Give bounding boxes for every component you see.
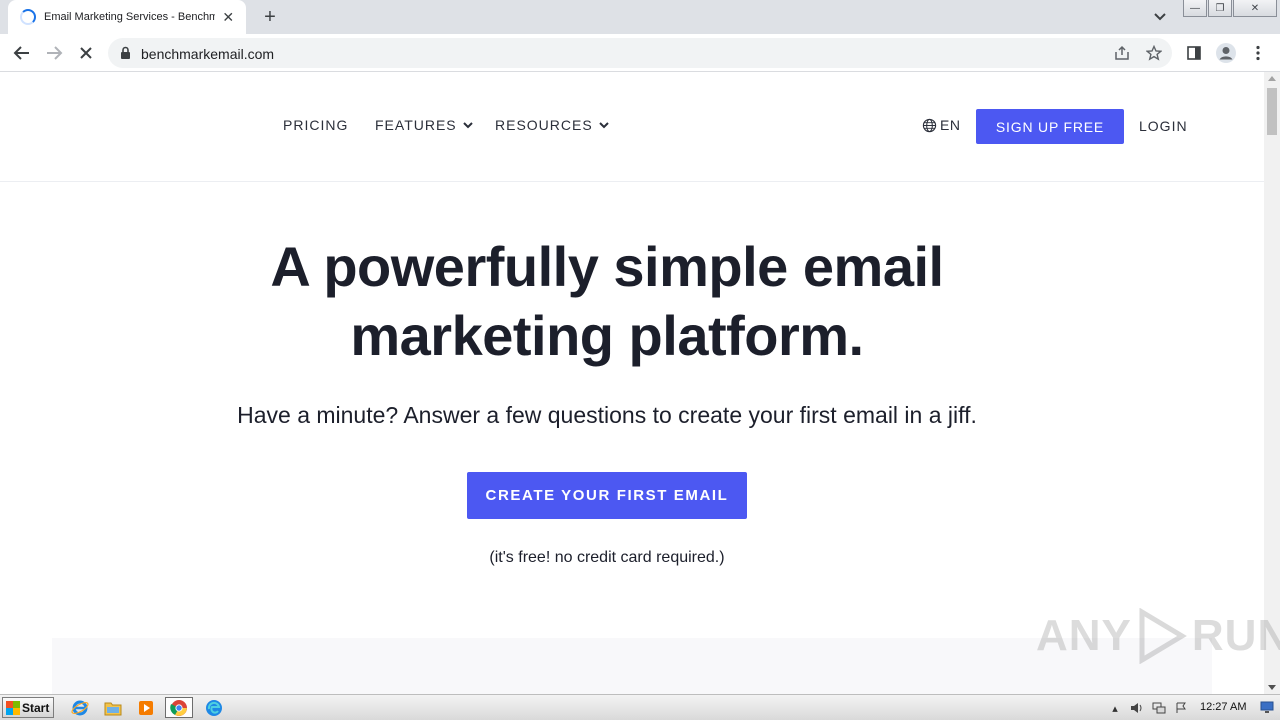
media-player-icon: [139, 700, 153, 715]
hero-title-line1: A powerfully simple email: [270, 235, 944, 298]
login-link[interactable]: LOGIN: [1139, 118, 1188, 134]
minimize-button[interactable]: —: [1183, 0, 1207, 17]
cta-note: (it's free! no credit card required.): [489, 549, 725, 566]
start-label: Start: [22, 700, 50, 715]
taskbar-ie[interactable]: [66, 697, 94, 718]
loading-spinner-icon: [20, 9, 36, 25]
chevron-down-icon: [462, 121, 473, 128]
taskbar-media-player[interactable]: [132, 697, 160, 718]
avatar-icon: [1216, 43, 1236, 63]
anyrun-watermark: ANY RUN: [1036, 606, 1280, 666]
nav-resources-label: RESOURCES: [495, 117, 593, 133]
url-text: benchmarkemail.com: [141, 46, 275, 62]
forward-arrow-icon: [47, 46, 63, 60]
side-panel-icon: [1187, 46, 1201, 60]
stop-loading-button[interactable]: [73, 40, 99, 66]
lock-icon: [121, 46, 130, 59]
ie-icon: [71, 700, 89, 715]
hero-title: A powerfully simple email marketing plat…: [140, 232, 1074, 370]
forward-button[interactable]: [41, 40, 67, 66]
new-tab-button[interactable]: +: [258, 5, 282, 29]
bookmark-button[interactable]: [1144, 43, 1164, 63]
globe-icon: [922, 118, 937, 132]
start-button[interactable]: Start: [2, 697, 54, 718]
nav-features-label: FEATURES: [375, 117, 457, 133]
monitor-icon[interactable]: [1260, 700, 1274, 714]
browser-tab[interactable]: Email Marketing Services - Benchmark Ema…: [8, 0, 246, 34]
watermark-text-left: ANY: [1036, 611, 1132, 660]
taskbar-clock[interactable]: 12:27 AM: [1200, 701, 1246, 713]
scroll-up-arrow-icon[interactable]: [1268, 76, 1276, 81]
play-logo-icon: [1139, 608, 1187, 664]
back-arrow-icon: [13, 46, 29, 60]
hero-subtitle: Have a minute? Answer a few questions to…: [237, 402, 977, 428]
scroll-down-arrow-icon[interactable]: [1268, 685, 1276, 690]
explorer-icon: [104, 702, 122, 715]
taskbar-explorer[interactable]: [99, 697, 127, 718]
edge-icon: [206, 699, 222, 716]
profile-button[interactable]: [1213, 40, 1239, 66]
tab-title: Email Marketing Services - Benchmark Ema…: [44, 11, 215, 23]
windows-logo-icon: [6, 700, 20, 715]
share-button[interactable]: [1112, 43, 1132, 63]
system-tray: ▴: [1104, 695, 1192, 720]
create-first-email-button[interactable]: CREATE YOUR FIRST EMAIL: [467, 472, 747, 519]
browser-toolbar: benchmarkemail.com: [0, 34, 1280, 72]
chevron-down-icon: [1154, 13, 1166, 21]
kebab-menu-icon: [1256, 45, 1260, 61]
restore-button[interactable]: ❐: [1208, 0, 1232, 17]
tab-strip: Email Marketing Services - Benchmark Ema…: [0, 0, 1280, 34]
language-selector[interactable]: EN: [922, 117, 960, 133]
tab-close-icon[interactable]: ✕: [221, 9, 237, 25]
star-icon: [1146, 45, 1162, 61]
taskbar-chrome[interactable]: [165, 697, 193, 718]
share-icon: [1115, 45, 1129, 60]
screen: Email Marketing Services - Benchmark Ema…: [0, 0, 1280, 720]
taskbar-edge[interactable]: [200, 697, 228, 718]
nav-resources[interactable]: RESOURCES: [495, 117, 609, 133]
hero-title-line2: marketing platform.: [350, 304, 864, 367]
side-panel-button[interactable]: [1181, 40, 1207, 66]
menu-button[interactable]: [1245, 40, 1271, 66]
window-controls: — ❐ ✕: [1183, 0, 1278, 18]
chrome-icon: [170, 699, 187, 716]
chevron-down-icon: [598, 121, 609, 128]
nav-features[interactable]: FEATURES: [375, 117, 473, 133]
language-label: EN: [940, 117, 961, 133]
address-bar[interactable]: benchmarkemail.com: [108, 38, 1172, 68]
show-hidden-icons-icon[interactable]: ▴: [1104, 699, 1126, 717]
nav-pricing-label: PRICING: [283, 117, 349, 133]
scroll-thumb[interactable]: [1267, 88, 1277, 135]
page-viewport: PRICING FEATURES RESOURCES EN SIGN UP FR…: [0, 72, 1264, 694]
tab-search-button[interactable]: [1150, 8, 1170, 26]
site-header: PRICING FEATURES RESOURCES EN SIGN UP FR…: [0, 72, 1264, 182]
volume-icon[interactable]: [1126, 699, 1148, 717]
taskbar: Start ▴ 12:27 AM: [0, 694, 1280, 720]
action-center-flag-icon[interactable]: [1170, 699, 1192, 717]
watermark-text-right: RUN: [1191, 611, 1280, 660]
stop-icon: [80, 47, 92, 59]
network-icon[interactable]: [1148, 699, 1170, 717]
back-button[interactable]: [9, 40, 35, 66]
page-scrollbar[interactable]: [1264, 72, 1280, 694]
close-window-button[interactable]: ✕: [1233, 0, 1277, 17]
nav-pricing[interactable]: PRICING: [283, 117, 348, 133]
sign-up-free-button[interactable]: SIGN UP FREE: [976, 109, 1124, 144]
